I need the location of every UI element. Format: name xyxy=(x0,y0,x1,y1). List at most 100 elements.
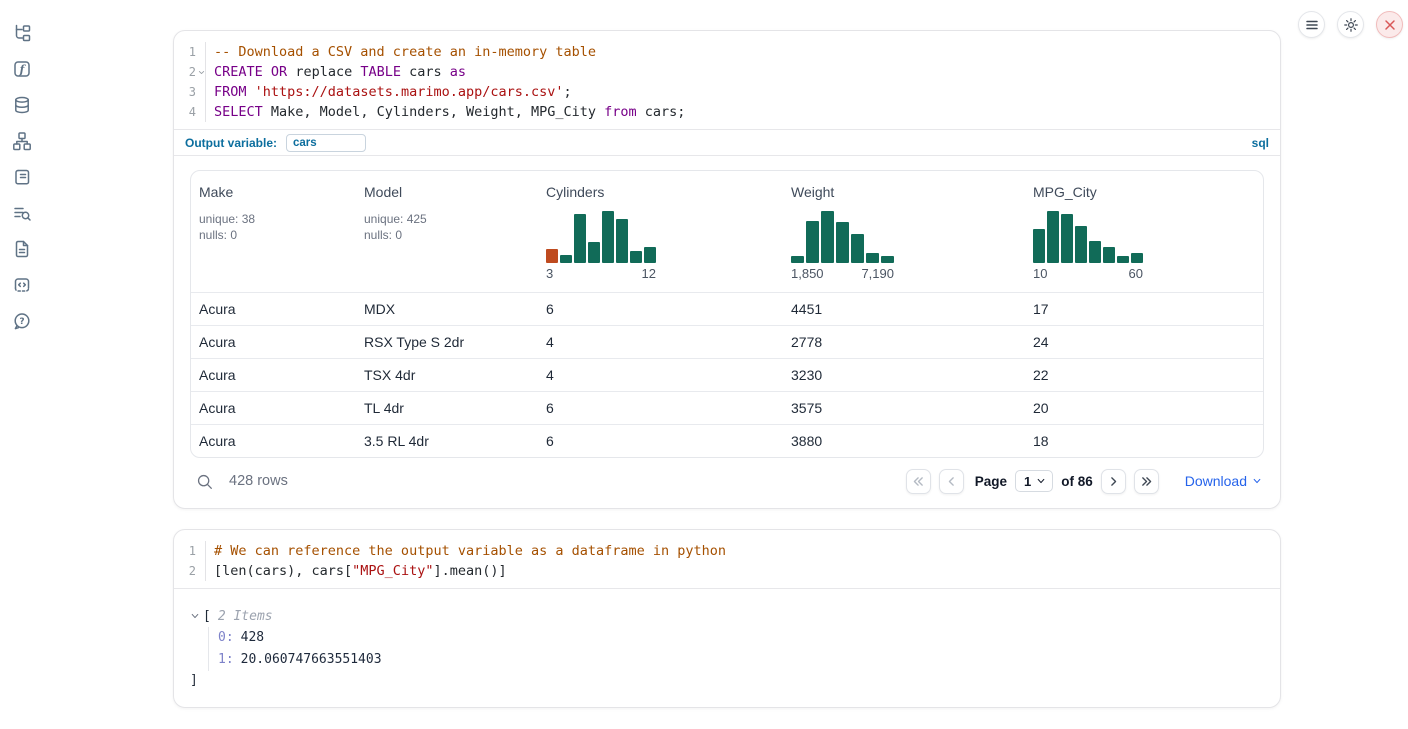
histogram-bar xyxy=(588,242,600,263)
python-code-editor[interactable]: 1 2 # We can reference the output variab… xyxy=(174,530,1280,588)
line-number-gutter: 1 2 3 4 xyxy=(174,42,206,122)
collapse-chevron-icon[interactable] xyxy=(190,611,200,621)
code-line: FROM 'https://datasets.marimo.app/cars.c… xyxy=(214,82,1280,102)
cell-mpg-city: 17 xyxy=(1025,293,1263,325)
language-tag: sql xyxy=(1252,136,1269,150)
column-header-mpg-city[interactable]: MPG_City 1060 xyxy=(1025,182,1263,285)
sql-output-area: Make unique: 38 nulls: 0 Model unique: 4… xyxy=(174,156,1280,508)
notebook-area: 1 2 3 4 -- Download a CSV and create an … xyxy=(173,0,1281,708)
item-index: 0: xyxy=(218,630,234,645)
cell-model: MDX xyxy=(356,293,538,325)
table-row: Acura TL 4dr 6 3575 20 xyxy=(191,391,1263,424)
fold-chevron-icon[interactable] xyxy=(198,69,205,76)
item-value: 20.060747663551403 xyxy=(241,652,382,667)
file-tree-icon[interactable] xyxy=(12,23,32,43)
histogram-bar xyxy=(806,221,819,263)
open-bracket: [ xyxy=(203,609,211,624)
line-number: 4 xyxy=(174,102,205,122)
first-page-button[interactable] xyxy=(906,469,931,494)
items-count-label: 2 Items xyxy=(218,609,273,624)
documentation-icon[interactable] xyxy=(12,239,32,259)
histogram-bar xyxy=(866,253,879,263)
total-pages-label: of 86 xyxy=(1061,474,1093,489)
code-line: # We can reference the output variable a… xyxy=(214,541,1280,561)
output-variable-input[interactable] xyxy=(286,134,366,152)
code-line: SELECT Make, Model, Cylinders, Weight, M… xyxy=(214,102,1280,122)
table-row: Acura MDX 6 4451 17 xyxy=(191,292,1263,325)
cell-weight: 4451 xyxy=(783,293,1025,325)
snippets-icon[interactable] xyxy=(12,275,32,295)
download-button[interactable]: Download xyxy=(1185,473,1262,489)
axis-max-label: 7,190 xyxy=(861,266,894,281)
axis-min-label: 10 xyxy=(1033,266,1047,281)
line-number: 1 xyxy=(174,42,205,62)
table-row: Acura 3.5 RL 4dr 6 3880 18 xyxy=(191,424,1263,457)
cell-model: TSX 4dr xyxy=(356,359,538,391)
histogram-bar xyxy=(1131,253,1143,263)
histogram-bar xyxy=(881,256,894,263)
scratchpad-icon[interactable] xyxy=(12,167,32,187)
cell-model: RSX Type S 2dr xyxy=(356,326,538,358)
column-stat: unique: 38 xyxy=(199,211,348,227)
previous-page-button[interactable] xyxy=(939,469,964,494)
column-stat: unique: 425 xyxy=(364,211,530,227)
column-header-cylinders[interactable]: Cylinders 312 xyxy=(538,182,783,285)
line-number: 3 xyxy=(174,82,205,102)
axis-min-label: 3 xyxy=(546,266,553,281)
next-page-button[interactable] xyxy=(1101,469,1126,494)
cell-weight: 3880 xyxy=(783,425,1025,457)
pagination: Page 1 of 86 Download xyxy=(906,469,1262,494)
cell-weight: 2778 xyxy=(783,326,1025,358)
cell-cylinders: 4 xyxy=(538,326,783,358)
cell-make: Acura xyxy=(191,359,356,391)
column-header-model[interactable]: Model unique: 425 nulls: 0 xyxy=(356,182,538,285)
table-footer: 428 rows Page 1 of 86 xyxy=(190,466,1264,496)
histogram-bar xyxy=(851,234,864,263)
histogram-bar xyxy=(1103,247,1115,263)
help-icon[interactable]: ? xyxy=(12,311,32,331)
sql-cell: 1 2 3 4 -- Download a CSV and create an … xyxy=(173,30,1281,509)
cell-mpg-city: 22 xyxy=(1025,359,1263,391)
cell-make: Acura xyxy=(191,293,356,325)
item-value: 428 xyxy=(241,630,264,645)
cylinders-histogram: 312 xyxy=(546,211,656,281)
dependency-graph-icon[interactable] xyxy=(12,131,32,151)
close-icon[interactable] xyxy=(1376,11,1403,38)
line-number-gutter: 1 2 xyxy=(174,541,206,581)
cell-mpg-city: 20 xyxy=(1025,392,1263,424)
logs-icon[interactable] xyxy=(12,203,32,223)
page-number-value: 1 xyxy=(1024,474,1031,489)
cell-make: Acura xyxy=(191,425,356,457)
cell-weight: 3575 xyxy=(783,392,1025,424)
cell-cylinders: 6 xyxy=(538,392,783,424)
code-line: -- Download a CSV and create an in-memor… xyxy=(214,42,1280,62)
last-page-button[interactable] xyxy=(1134,469,1159,494)
sql-code-editor[interactable]: 1 2 3 4 -- Download a CSV and create an … xyxy=(174,31,1280,129)
line-number: 2 xyxy=(174,62,205,82)
python-cell: 1 2 # We can reference the output variab… xyxy=(173,529,1281,708)
histogram-bar xyxy=(836,222,849,263)
line-number: 1 xyxy=(174,541,205,561)
menu-icon[interactable] xyxy=(1298,11,1325,38)
search-icon[interactable] xyxy=(196,471,216,491)
python-output-area: [ 2 Items 0:428 1:20.060747663551403 ] xyxy=(174,588,1280,707)
table-row: Acura RSX Type S 2dr 4 2778 24 xyxy=(191,325,1263,358)
histogram-bar xyxy=(1089,241,1101,263)
variables-icon[interactable]: f xyxy=(12,59,32,79)
cell-weight: 3230 xyxy=(783,359,1025,391)
column-header-make[interactable]: Make unique: 38 nulls: 0 xyxy=(191,182,356,285)
cars-table: Make unique: 38 nulls: 0 Model unique: 4… xyxy=(190,170,1264,458)
histogram-bar xyxy=(791,256,804,263)
code-line: [len(cars), cars["MPG_City"].mean()] xyxy=(214,561,1280,581)
datasources-icon[interactable] xyxy=(12,95,32,115)
page-number-select[interactable]: 1 xyxy=(1015,470,1053,492)
column-header-weight[interactable]: Weight 1,8507,190 xyxy=(783,182,1025,285)
output-variable-bar: Output variable: sql xyxy=(174,129,1280,156)
cell-make: Acura xyxy=(191,326,356,358)
svg-text:f: f xyxy=(19,63,27,76)
axis-max-label: 60 xyxy=(1129,266,1143,281)
column-title: Weight xyxy=(791,184,1017,200)
code-content: -- Download a CSV and create an in-memor… xyxy=(206,42,1280,122)
settings-gear-icon[interactable] xyxy=(1337,11,1364,38)
mpg-city-histogram: 10 60 xyxy=(1033,211,1143,281)
